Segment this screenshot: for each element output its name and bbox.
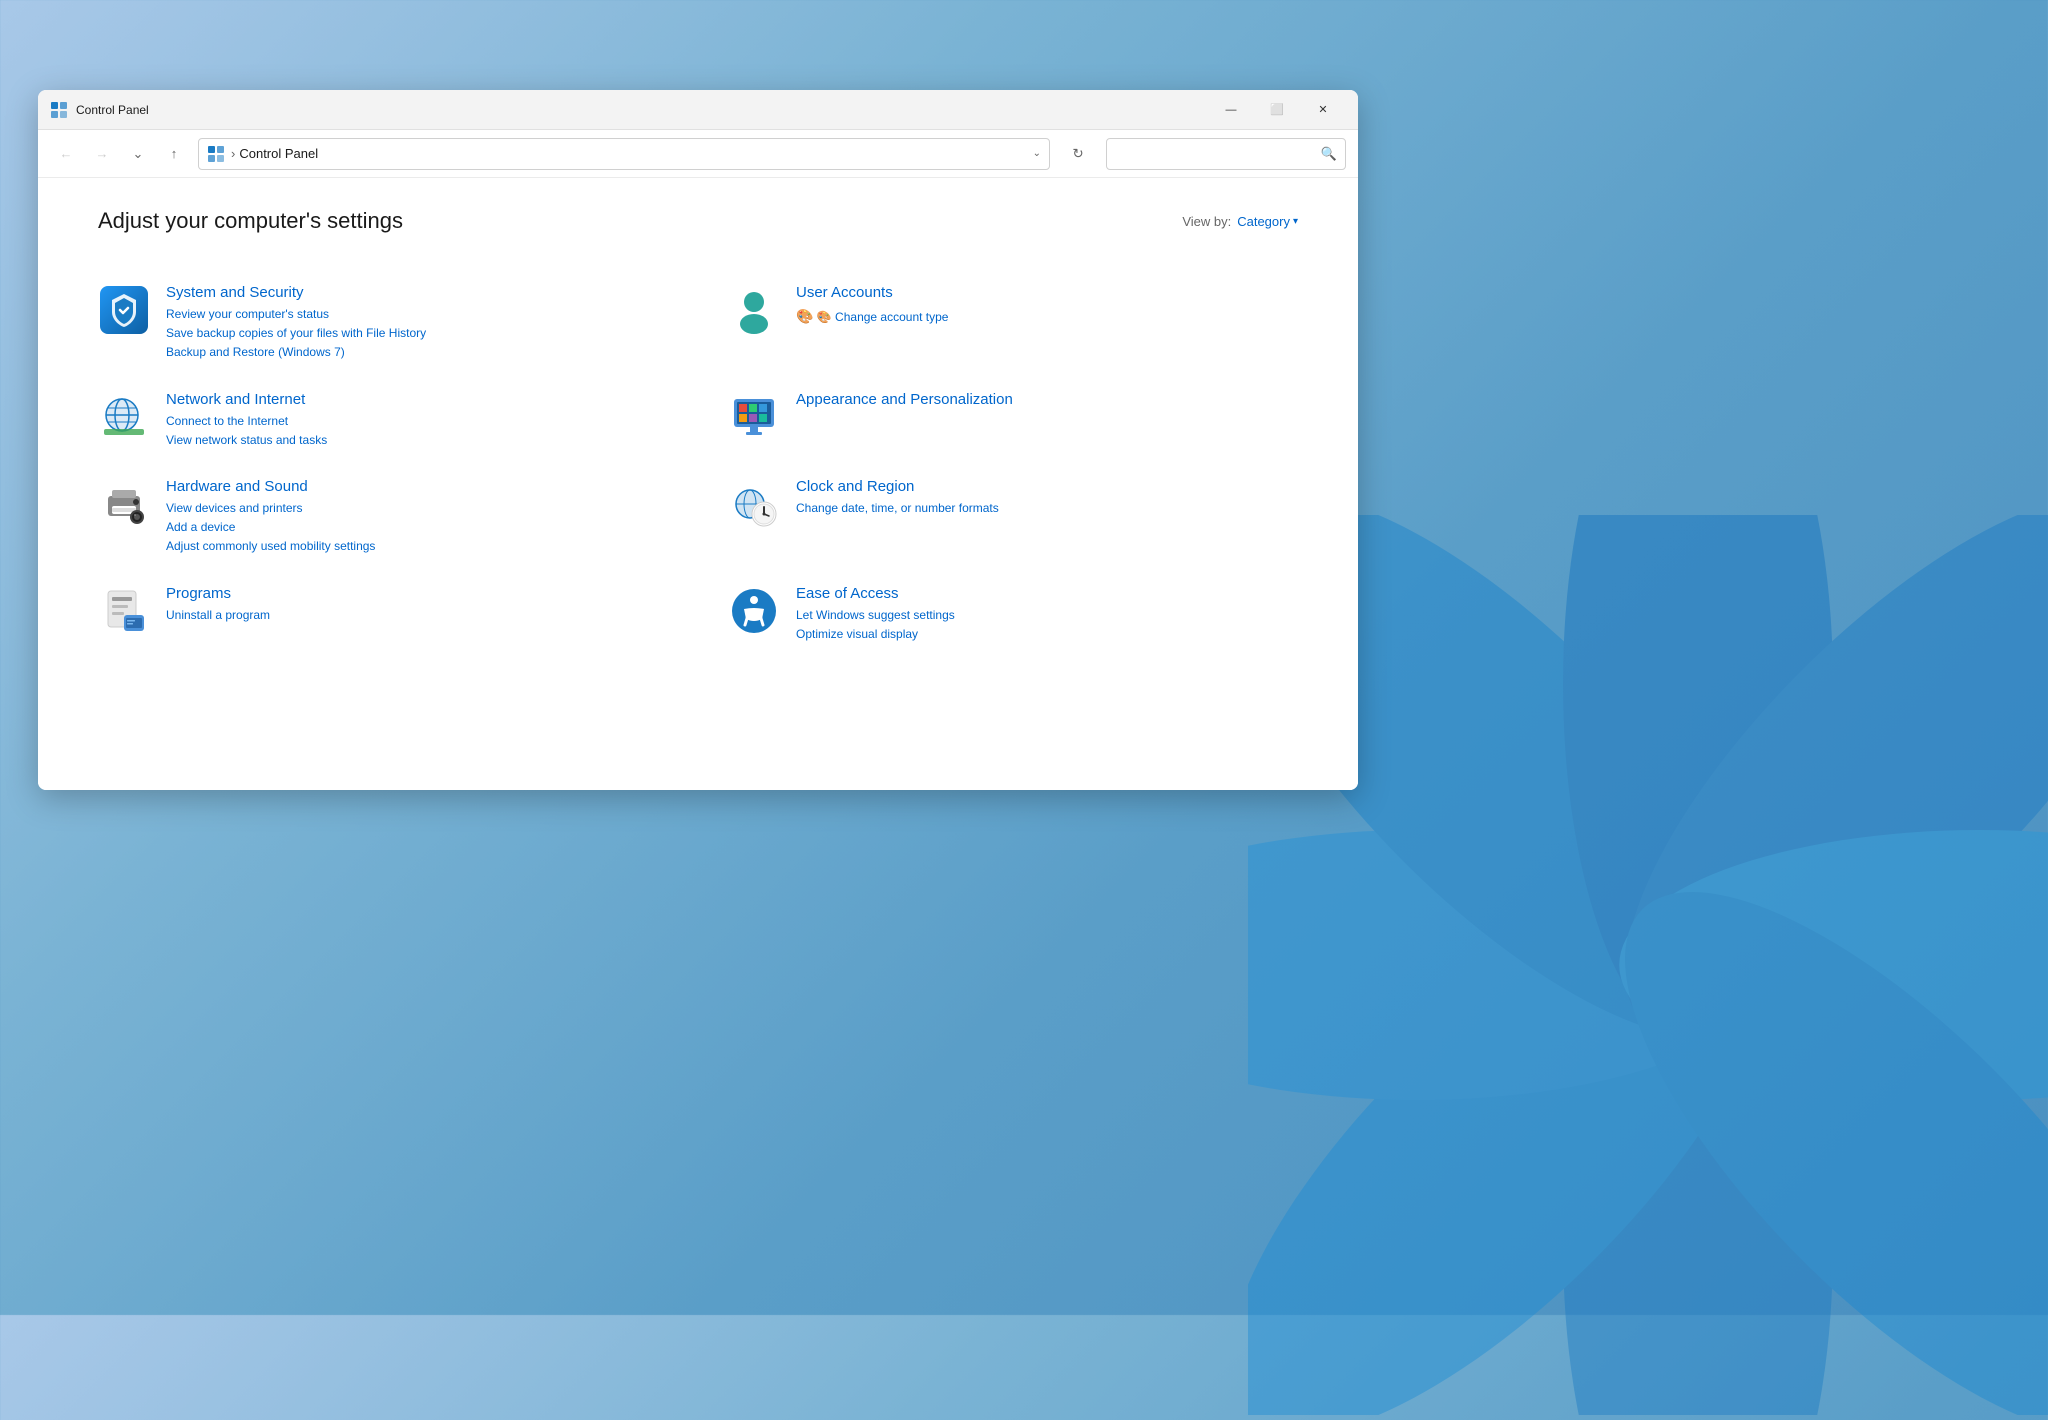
clock-region-link-0[interactable]: Change date, time, or number formats [796, 499, 1298, 518]
view-by-chevron: ▾ [1293, 216, 1298, 227]
recent-locations-button[interactable]: ⌄ [122, 138, 154, 170]
view-by-control: View by: Category ▾ [1182, 214, 1298, 229]
system-security-link-0[interactable]: Review your computer's status [166, 305, 668, 324]
appearance-title[interactable]: Appearance and Personalization [796, 391, 1298, 408]
clock-region-icon [728, 478, 780, 530]
user-accounts-title[interactable]: User Accounts [796, 284, 1298, 301]
titlebar-title: Control Panel [76, 103, 1208, 117]
hardware-sound-link-1[interactable]: Add a device [166, 518, 668, 537]
system-security-title[interactable]: System and Security [166, 284, 668, 301]
address-text: Control Panel [239, 146, 1028, 161]
hardware-sound-title[interactable]: Hardware and Sound [166, 478, 668, 495]
user-accounts-text: User Accounts 🎨 🎨 Change account type [796, 284, 1298, 327]
hardware-sound-link-2[interactable]: Adjust commonly used mobility settings [166, 537, 668, 556]
address-bar-icon [207, 145, 225, 163]
search-icon[interactable]: 🔍 [1321, 146, 1337, 162]
ease-access-icon [728, 585, 780, 637]
category-system-security: System and Security Review your computer… [98, 270, 668, 377]
ease-access-title[interactable]: Ease of Access [796, 585, 1298, 602]
network-internet-link-0[interactable]: Connect to the Internet [166, 412, 668, 431]
network-internet-link-1[interactable]: View network status and tasks [166, 431, 668, 450]
category-hardware-sound: Hardware and Sound View devices and prin… [98, 464, 668, 571]
programs-icon [98, 585, 150, 637]
page-title: Adjust your computer's settings [98, 208, 403, 234]
up-button[interactable]: ↑ [158, 138, 190, 170]
network-internet-text: Network and Internet Connect to the Inte… [166, 391, 668, 450]
appearance-text: Appearance and Personalization [796, 391, 1298, 412]
clock-region-text: Clock and Region Change date, time, or n… [796, 478, 1298, 518]
ease-access-link-0[interactable]: Let Windows suggest settings [796, 606, 1298, 625]
system-security-link-2[interactable]: Backup and Restore (Windows 7) [166, 343, 668, 362]
clock-region-title[interactable]: Clock and Region [796, 478, 1298, 495]
category-user-accounts: User Accounts 🎨 🎨 Change account type [728, 270, 1298, 377]
back-button[interactable]: ← [50, 138, 82, 170]
ease-access-text: Ease of Access Let Windows suggest setti… [796, 585, 1298, 644]
titlebar-app-icon [50, 101, 68, 119]
content-header: Adjust your computer's settings View by:… [98, 208, 1298, 234]
titlebar-controls: — ⬜ ✕ [1208, 94, 1346, 126]
system-security-text: System and Security Review your computer… [166, 284, 668, 363]
ease-access-link-1[interactable]: Optimize visual display [796, 625, 1298, 644]
category-appearance: Appearance and Personalization [728, 377, 1298, 464]
category-network-internet: Network and Internet Connect to the Inte… [98, 377, 668, 464]
view-by-label: View by: [1182, 214, 1231, 229]
user-accounts-link-0[interactable]: 🎨 🎨 Change account type [796, 305, 1298, 327]
category-programs: Programs Uninstall a program [98, 571, 668, 658]
view-by-value[interactable]: Category ▾ [1237, 214, 1298, 229]
address-bar: › Control Panel ⌄ [198, 138, 1050, 170]
hardware-sound-icon [98, 478, 150, 530]
system-security-icon [98, 284, 150, 336]
minimize-button[interactable]: — [1208, 94, 1254, 126]
refresh-button[interactable]: ↻ [1062, 138, 1094, 170]
hardware-sound-link-0[interactable]: View devices and printers [166, 499, 668, 518]
programs-title[interactable]: Programs [166, 585, 668, 602]
categories-grid: System and Security Review your computer… [98, 270, 1298, 658]
network-internet-icon [98, 391, 150, 443]
search-input[interactable] [1115, 146, 1321, 161]
maximize-button[interactable]: ⬜ [1254, 94, 1300, 126]
hardware-sound-text: Hardware and Sound View devices and prin… [166, 478, 668, 557]
forward-button[interactable]: → [86, 138, 118, 170]
category-ease-access: Ease of Access Let Windows suggest setti… [728, 571, 1298, 658]
titlebar: Control Panel — ⬜ ✕ [38, 90, 1358, 130]
programs-text: Programs Uninstall a program [166, 585, 668, 625]
user-accounts-icon [728, 284, 780, 336]
category-clock-region: Clock and Region Change date, time, or n… [728, 464, 1298, 571]
control-panel-window: Control Panel — ⬜ ✕ ← → ⌄ ↑ › Control Pa… [38, 90, 1358, 790]
close-button[interactable]: ✕ [1300, 94, 1346, 126]
programs-link-0[interactable]: Uninstall a program [166, 606, 668, 625]
system-security-link-1[interactable]: Save backup copies of your files with Fi… [166, 324, 668, 343]
appearance-icon [728, 391, 780, 443]
content-area: Adjust your computer's settings View by:… [38, 178, 1358, 790]
navigation-bar: ← → ⌄ ↑ › Control Panel ⌄ ↻ 🔍 [38, 130, 1358, 178]
search-bar: 🔍 [1106, 138, 1346, 170]
network-internet-title[interactable]: Network and Internet [166, 391, 668, 408]
address-dropdown-chevron[interactable]: ⌄ [1033, 148, 1041, 159]
